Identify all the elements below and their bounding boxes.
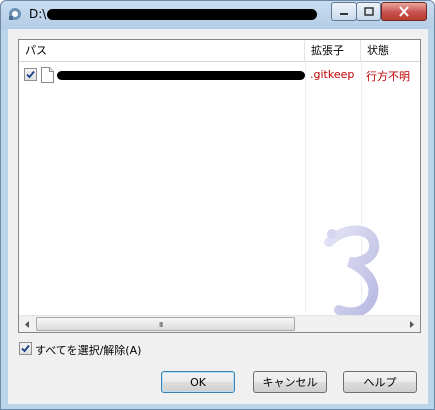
dialog-client-area: パス 拡張子 状態 .gitkeep 行方不明 III すべてを選択/解除(A)… [8,29,428,404]
checkmark-icon [26,70,35,79]
maximize-button[interactable] [356,2,381,21]
minimize-icon [340,12,348,15]
scroll-thumb[interactable]: III [36,317,295,331]
help-button[interactable]: ヘルプ [343,371,417,393]
maximize-icon [363,7,374,16]
file-list[interactable]: パス 拡張子 状態 .gitkeep 行方不明 III [18,39,421,333]
scroll-left-button[interactable] [19,316,36,332]
arrow-right-icon [410,320,414,328]
cell-extension: .gitkeep [310,68,355,81]
select-all-label[interactable]: すべてを選択/解除(A) [35,342,141,358]
column-header-extension[interactable]: 拡張子 [305,40,361,62]
title-redaction [47,9,317,20]
select-all-checkbox[interactable] [19,342,32,355]
horizontal-scrollbar[interactable]: III [19,315,420,332]
column-header-status[interactable]: 状態 [361,40,420,62]
app-icon [9,8,21,20]
tortoise-watermark-icon [324,225,380,318]
cancel-button[interactable]: キャンセル [253,371,327,393]
column-divider [305,62,306,312]
cell-status: 行方不明 [366,70,410,83]
close-icon [399,6,409,17]
checkmark-icon [21,344,30,353]
path-redaction [57,71,305,80]
list-item[interactable]: .gitkeep 行方不明 [19,67,420,84]
title-bar[interactable]: D:\ [1,1,434,29]
scroll-right-button[interactable] [403,316,420,332]
window-title: D:\ [29,7,47,21]
close-button[interactable] [381,2,427,21]
scroll-grip: III [159,321,163,329]
minimize-button[interactable] [331,2,357,21]
arrow-left-icon [25,320,29,328]
dialog-window: D:\ パス 拡張子 状態 .gitkeep 行方不明 III すべてを選択/解… [0,0,435,410]
file-icon [41,67,54,83]
ok-button[interactable]: OK [161,371,235,393]
row-checkbox[interactable] [24,68,37,81]
list-header: パス 拡張子 状態 [19,40,420,62]
column-header-path[interactable]: パス [19,40,305,62]
